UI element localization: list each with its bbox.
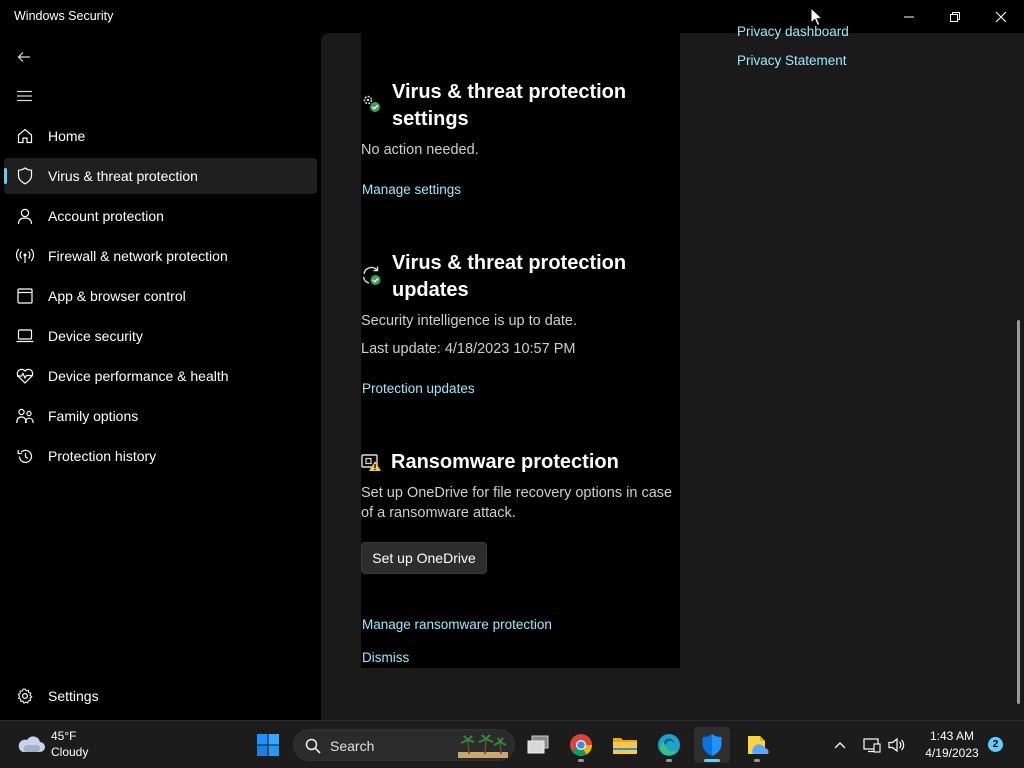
manage-settings-link[interactable]: Manage settings <box>362 182 461 197</box>
search-icon <box>305 738 321 754</box>
updates-status-text: Security intelligence is up to date. <box>361 313 578 329</box>
app-window-icon <box>16 286 34 306</box>
restore-button[interactable] <box>932 0 978 33</box>
sidebar-item-label: Home <box>48 128 86 144</box>
ransomware-warning-icon <box>361 454 381 471</box>
shield-icon <box>16 166 34 186</box>
sidebar-item-label: Device performance & health <box>48 368 229 384</box>
sidebar-item-firewall[interactable]: Firewall & network protection <box>4 238 317 274</box>
person-icon <box>16 206 34 226</box>
windows-logo-icon <box>257 734 279 756</box>
sidebar-item-home[interactable]: Home <box>4 118 317 154</box>
search-highlight-palm-icon <box>458 734 508 758</box>
privacy-statement-link[interactable]: Privacy Statement <box>737 53 847 68</box>
running-indicator <box>666 759 672 762</box>
sticky-notes-icon <box>748 736 769 754</box>
folder-icon <box>613 738 637 754</box>
privacy-dashboard-label: Privacy dashboard <box>737 25 849 39</box>
clock-date[interactable]: 4/19/2023 <box>918 746 986 760</box>
sidebar-item-label: App & browser control <box>48 288 186 304</box>
running-indicator <box>578 759 584 762</box>
sidebar-item-device-performance[interactable]: Device performance & health <box>4 358 317 394</box>
weather-temperature[interactable]: 45°F <box>51 729 76 743</box>
sidebar-item-label: Firewall & network protection <box>48 248 228 264</box>
windows-security-taskbar-button[interactable] <box>694 727 730 763</box>
family-icon <box>16 406 34 426</box>
security-shield-icon <box>702 734 722 756</box>
manage-ransomware-link[interactable]: Manage ransomware protection <box>362 617 552 632</box>
volume-tray-button[interactable] <box>887 735 907 755</box>
privacy-dashboard-link[interactable]: Privacy dashboard <box>737 25 849 41</box>
network-tray-button[interactable] <box>862 735 882 755</box>
restore-icon <box>950 11 960 22</box>
running-indicator <box>754 759 760 762</box>
sidebar-item-protection-history[interactable]: Protection history <box>4 438 317 474</box>
ransomware-description: Set up OneDrive for file recovery option… <box>361 485 673 521</box>
network-icon <box>863 738 881 753</box>
updates-section-title: Virus & threat protection updates <box>392 252 627 301</box>
sidebar-item-label: Family options <box>48 408 139 424</box>
sidebar-item-label: Device security <box>48 328 143 344</box>
history-icon <box>16 446 34 466</box>
title-bar: Windows Security <box>0 0 1024 33</box>
sidebar-item-label: Account protection <box>48 208 164 224</box>
minimize-button[interactable] <box>886 0 932 33</box>
cloud-weather-icon[interactable] <box>16 733 46 755</box>
weather-condition[interactable]: Cloudy <box>51 745 88 759</box>
task-view-icon <box>527 735 549 754</box>
dismiss-link[interactable]: Dismiss <box>362 650 409 665</box>
sidebar-item-label: Protection history <box>48 448 157 464</box>
settings-status-text: No action needed. <box>361 142 479 158</box>
sidebar-settings-label: Settings <box>48 688 99 704</box>
vertical-scrollbar[interactable] <box>1017 320 1020 704</box>
chevron-up-icon <box>834 742 846 749</box>
sidebar-item-virus-threat[interactable]: Virus & threat protection <box>4 158 317 194</box>
speaker-icon <box>888 737 905 753</box>
sidebar-item-family[interactable]: Family options <box>4 398 317 434</box>
clock-time[interactable]: 1:43 AM <box>922 729 982 743</box>
back-button[interactable] <box>12 45 36 69</box>
sidebar-item-account-protection[interactable]: Account protection <box>4 198 317 234</box>
hamburger-icon <box>16 90 32 102</box>
menu-toggle-button[interactable] <box>12 84 36 108</box>
back-arrow-icon <box>17 52 30 62</box>
setup-onedrive-button[interactable]: Set up OneDrive <box>361 542 487 574</box>
taskbar-search-box[interactable]: Search <box>293 729 515 761</box>
mouse-cursor-icon <box>810 7 824 27</box>
close-button[interactable] <box>978 0 1024 33</box>
sidebar: Home Virus & threat protection Account p… <box>0 33 321 720</box>
close-icon <box>995 11 1007 22</box>
sidebar-item-app-browser[interactable]: App & browser control <box>4 278 317 314</box>
task-view-button[interactable] <box>520 727 556 763</box>
sidebar-item-settings[interactable]: Settings <box>4 678 317 714</box>
wireless-icon <box>16 246 34 266</box>
ransomware-section-title: Ransomware protection <box>391 451 619 473</box>
taskbar: 45°F Cloudy Search 1:43 AM 4/19/2023 2 <box>0 720 1024 768</box>
protection-updates-link[interactable]: Protection updates <box>362 381 475 396</box>
edge-icon <box>658 734 680 756</box>
laptop-icon <box>16 326 34 346</box>
start-button[interactable] <box>250 727 286 763</box>
window-title: Windows Security <box>14 9 114 23</box>
notification-count-badge[interactable]: 2 <box>988 737 1003 752</box>
file-explorer-taskbar-button[interactable] <box>607 727 643 763</box>
notepad-taskbar-button[interactable] <box>739 727 775 763</box>
heart-pulse-icon <box>16 366 34 386</box>
edge-taskbar-button[interactable] <box>651 727 687 763</box>
settings-section-title: Virus & threat protection settings <box>392 81 627 130</box>
last-update-text: Last update: 4/18/2023 10:57 PM <box>361 341 576 357</box>
active-indicator <box>704 759 720 762</box>
gear-icon <box>16 686 34 706</box>
show-hidden-icons-button[interactable] <box>830 735 850 755</box>
settings-gears-icon <box>363 95 380 112</box>
sidebar-item-device-security[interactable]: Device security <box>4 318 317 354</box>
search-label: Search <box>330 738 375 754</box>
sidebar-item-label: Virus & threat protection <box>48 168 198 184</box>
home-icon <box>16 126 34 146</box>
chrome-taskbar-button[interactable] <box>563 727 599 763</box>
chrome-icon <box>570 734 592 756</box>
update-sync-icon <box>362 266 381 285</box>
minimize-icon <box>904 16 914 17</box>
